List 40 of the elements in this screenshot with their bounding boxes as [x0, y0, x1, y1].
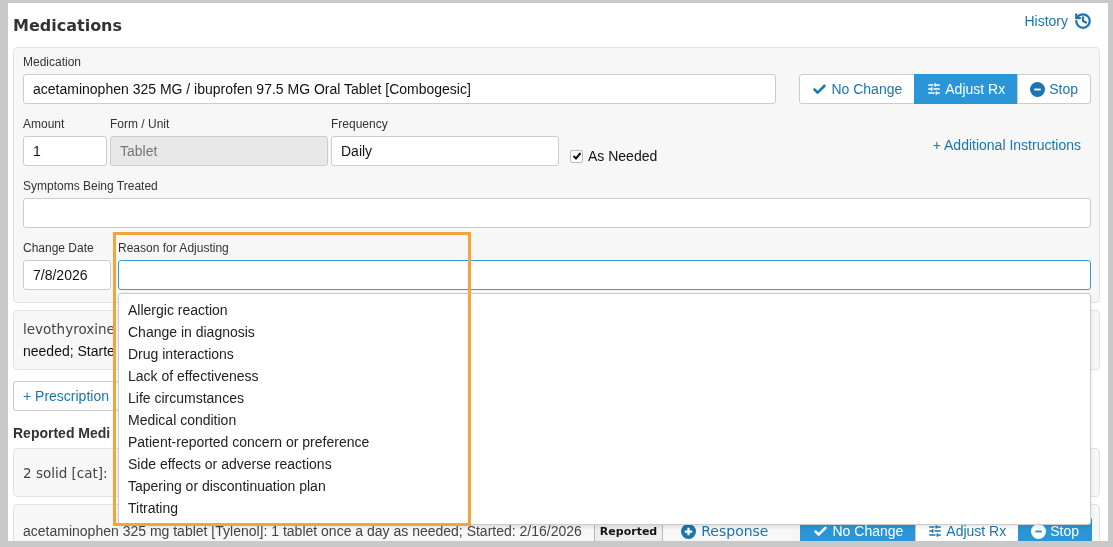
dropdown-option[interactable]: Life circumstances: [119, 387, 253, 409]
checkbox-label: As Needed: [588, 148, 658, 164]
prescription-details: needed; Starte: [23, 342, 115, 361]
dropdown-option[interactable]: Drug interactions: [119, 343, 243, 365]
action-button[interactable]: No Change: [799, 74, 916, 104]
frequency-field[interactable]: Daily: [331, 136, 559, 166]
dropdown-option[interactable]: Change in diagnosis: [119, 321, 264, 343]
check-icon: [812, 81, 828, 97]
field-label: Reason for Adjusting: [118, 242, 230, 254]
stop-icon: [1030, 81, 1046, 97]
reported-medication-text: 2 solid [cat]:: [23, 464, 108, 483]
field-label: Change Date: [23, 242, 95, 254]
field-label: Form / Unit: [110, 118, 171, 130]
sliders-icon: [928, 524, 943, 538]
dropdown-option[interactable]: Patient-reported concern or preference: [119, 431, 379, 453]
change-date-field[interactable]: 7/8/2026: [23, 260, 111, 290]
section-heading: Reported Medi: [13, 425, 111, 441]
response-link[interactable]: Response: [681, 523, 769, 539]
field-label: Symptoms Being Treated: [23, 180, 159, 192]
dropdown-option[interactable]: Lack of effectiveness: [119, 365, 268, 387]
dropdown-option[interactable]: Medical condition: [119, 409, 246, 431]
medication-field[interactable]: acetaminophen 325 MG / ibuprofen 97.5 MG Oral Tablet [Combogesic]: [23, 74, 777, 104]
as-needed-checkbox[interactable]: [570, 149, 583, 163]
section-title: Medications: [13, 15, 123, 35]
additional-instructions-link[interactable]: + Additional Instructions: [932, 137, 1081, 153]
reported-medication-text: acetaminophen 325 mg tablet [Tylenol]: 1 tablet once a day as needed; Started: 2/16/2026: [23, 523, 582, 539]
amount-field[interactable]: 1: [23, 136, 107, 166]
action-button[interactable]: Stop: [1017, 74, 1091, 104]
dropdown-option[interactable]: Allergic reaction: [119, 299, 237, 321]
sliders-icon: [927, 82, 942, 96]
prescription-name: levothyroxine: [23, 320, 115, 339]
history-link[interactable]: History: [1024, 12, 1092, 30]
dropdown-option[interactable]: Side effects or adverse reactions: [119, 453, 341, 475]
dropdown-option[interactable]: Titrating: [119, 497, 188, 519]
add-prescription-button[interactable]: + Prescription: [13, 381, 119, 411]
field-label: Medication: [23, 56, 83, 68]
field-label: Frequency: [331, 118, 389, 130]
field-label: Amount: [23, 118, 66, 130]
dropdown-option[interactable]: Tapering or discontinuation plan: [119, 475, 335, 497]
history-icon: [1074, 12, 1092, 30]
